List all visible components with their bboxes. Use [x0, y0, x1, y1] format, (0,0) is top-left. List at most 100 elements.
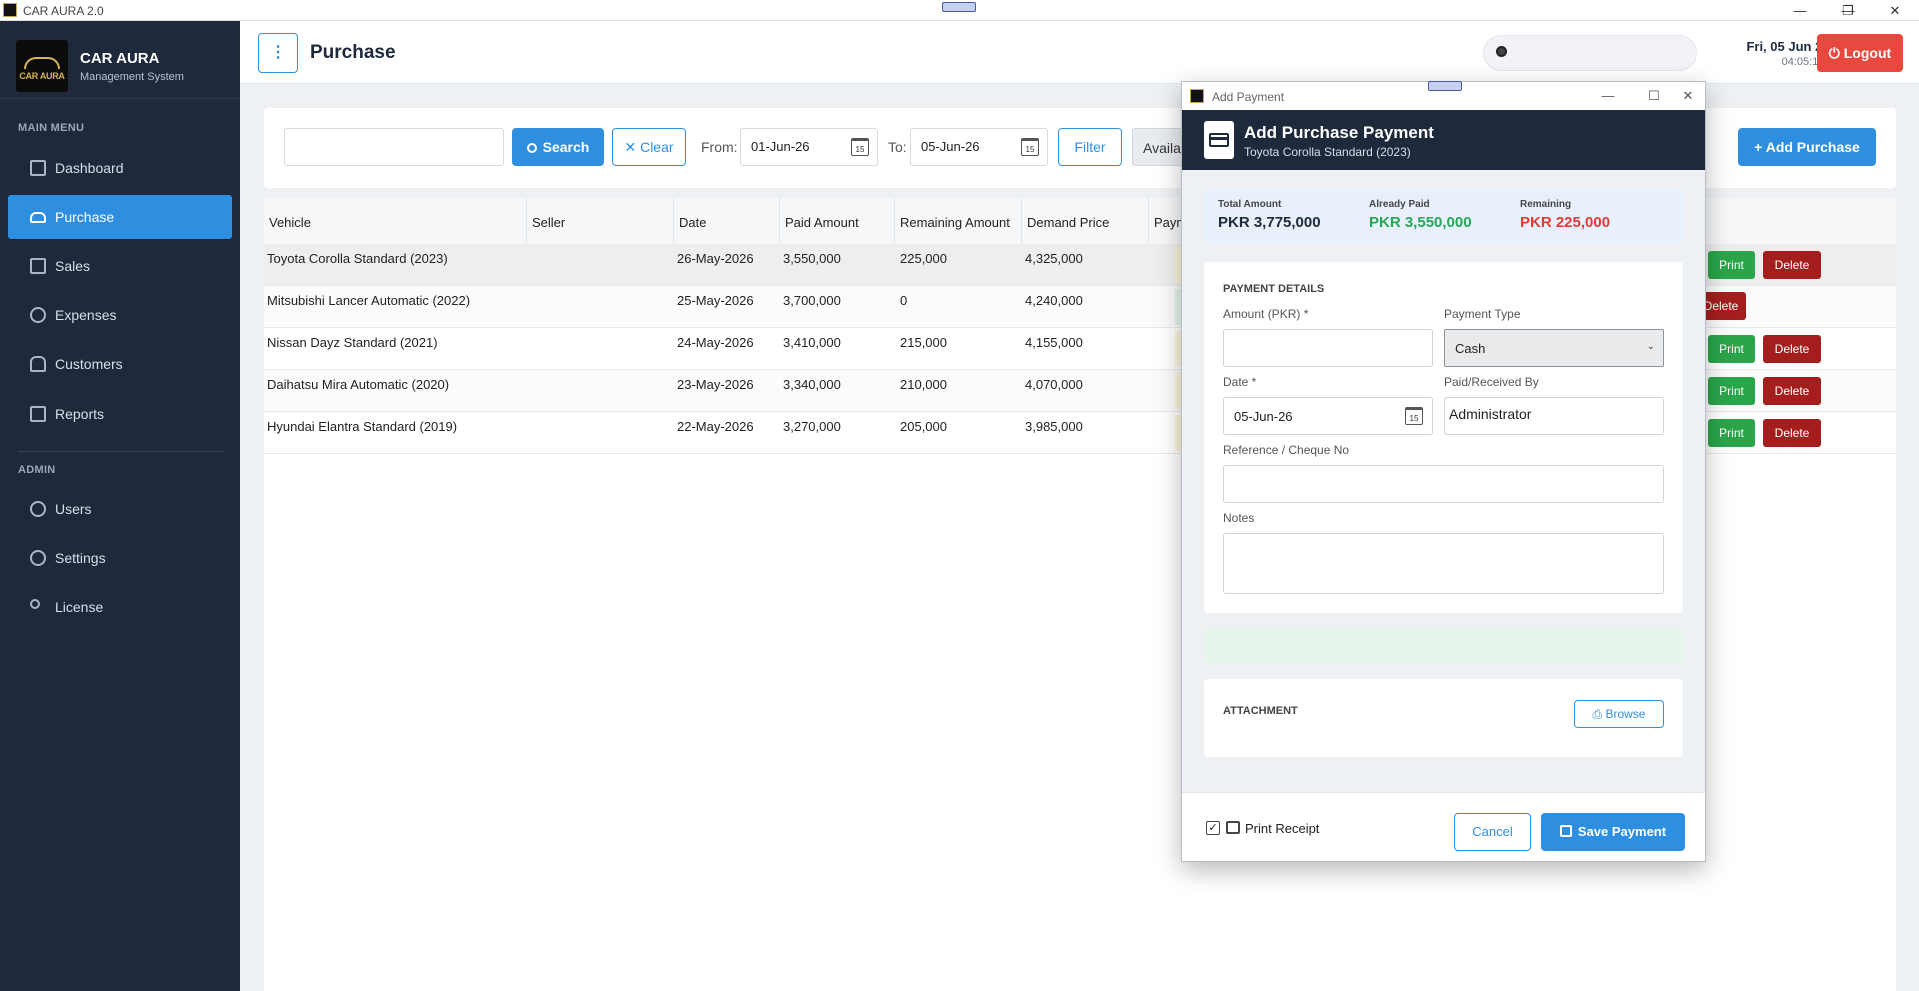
browse-label: Browse	[1605, 707, 1646, 721]
brand-name: CAR AURA	[80, 50, 160, 67]
column-header-remaining-amount[interactable]: Remaining Amount	[895, 198, 1022, 244]
drag-handle-icon[interactable]	[942, 2, 976, 12]
logout-button[interactable]: ⏻ Logout	[1817, 34, 1903, 72]
remaining-value: PKR 225,000	[1520, 214, 1611, 231]
sidebar-item-sales[interactable]: Sales	[8, 244, 232, 288]
window-title: CAR AURA 2.0	[23, 4, 104, 18]
paperclip-icon: ⎙	[1592, 707, 1606, 721]
cell-demand: 4,155,000	[1025, 335, 1083, 350]
column-header-demand-price[interactable]: Demand Price	[1022, 198, 1149, 244]
sidebar-item-label: Sales	[55, 258, 91, 274]
delete-button[interactable]: Delete	[1763, 251, 1821, 279]
sidebar: CAR AURA CAR AURA Management System MAIN…	[0, 21, 240, 991]
cell-date: 24-May-2026	[677, 335, 754, 350]
column-header-vehicle[interactable]: Vehicle	[264, 198, 527, 244]
key-icon	[30, 599, 40, 609]
print-button[interactable]: Print	[1708, 335, 1755, 363]
close-button[interactable]: ✕	[1875, 1, 1915, 20]
sales-icon	[30, 258, 46, 274]
clear-button[interactable]: ✕ Clear	[612, 128, 686, 166]
dialog-subtitle: Toyota Corolla Standard (2023)	[1244, 145, 1411, 159]
column-header-date[interactable]: Date	[674, 198, 780, 244]
sidebar-item-purchase[interactable]: Purchase	[8, 195, 232, 239]
dialog-titlebar[interactable]: Add Payment — ☐ ✕	[1182, 81, 1706, 110]
search-button[interactable]: Search	[512, 128, 604, 166]
print-button[interactable]: Print	[1708, 419, 1755, 447]
delete-button[interactable]: Delete	[1763, 419, 1821, 447]
sidebar-divider	[18, 451, 224, 452]
dialog-window-title: Add Payment	[1212, 90, 1285, 104]
browse-button[interactable]: ⎙ Browse	[1574, 700, 1664, 728]
credit-card-icon	[1204, 121, 1234, 159]
dashboard-icon	[30, 160, 46, 176]
already-paid-value: PKR 3,550,000	[1369, 214, 1472, 231]
cell-remaining: 225,000	[900, 251, 947, 266]
sidebar-item-label: Customers	[55, 356, 123, 372]
column-header-paid-amount[interactable]: Paid Amount	[780, 198, 895, 244]
sidebar-item-expenses[interactable]: Expenses	[8, 293, 232, 337]
print-receipt-checkbox[interactable]: ✓	[1206, 821, 1220, 835]
brand: CAR AURA CAR AURA Management System	[0, 21, 240, 99]
attachment-panel: ATTACHMENT ⎙ Browse	[1204, 679, 1683, 757]
from-date-input[interactable]: 01-Jun-26 15	[740, 128, 878, 166]
save-payment-button[interactable]: Save Payment	[1541, 813, 1685, 851]
to-date-input[interactable]: 05-Jun-26 15	[910, 128, 1048, 166]
payment-type-select[interactable]: Cash ⌄	[1444, 329, 1664, 367]
search-input[interactable]	[284, 128, 504, 166]
delete-button[interactable]: Delete	[1763, 335, 1821, 363]
sidebar-item-reports[interactable]: Reports	[8, 392, 232, 436]
dialog-footer: ✓ Print Receipt Cancel Save Payment	[1182, 792, 1705, 861]
brand-subtitle: Management System	[80, 71, 184, 83]
dialog-maximize-button[interactable]: ☐	[1636, 86, 1672, 106]
filter-button[interactable]: Filter	[1058, 128, 1122, 166]
sidebar-item-license[interactable]: License	[8, 585, 232, 629]
add-purchase-label: Add Purchase	[1765, 139, 1860, 155]
remaining-label: Remaining	[1520, 199, 1572, 210]
plus-icon: +	[1754, 139, 1766, 155]
drag-handle-icon[interactable]	[1428, 81, 1462, 91]
print-button[interactable]: Print	[1708, 377, 1755, 405]
column-header-seller[interactable]: Seller	[527, 198, 674, 244]
from-date-value: 01-Jun-26	[751, 139, 810, 154]
chevron-down-icon: ⌄	[1646, 341, 1655, 352]
payment-date-input[interactable]: 05-Jun-26 15	[1223, 397, 1433, 435]
restore-button[interactable]: ❐	[1828, 1, 1868, 20]
calendar-icon[interactable]: 15	[1405, 407, 1423, 425]
delete-button[interactable]: Delete	[1763, 377, 1821, 405]
cell-remaining: 215,000	[900, 335, 947, 350]
dialog-header: Add Purchase Payment Toyota Corolla Stan…	[1182, 110, 1705, 170]
add-purchase-button[interactable]: + Add Purchase	[1738, 128, 1876, 166]
calendar-icon[interactable]: 15	[851, 138, 869, 156]
print-receipt-label[interactable]: Print Receipt	[1245, 821, 1319, 836]
sidebar-item-customers[interactable]: Customers	[8, 342, 232, 386]
reference-input[interactable]	[1223, 465, 1664, 503]
from-label: From:	[701, 139, 738, 155]
search-icon	[1496, 46, 1507, 57]
date-label: Date *	[1223, 375, 1257, 389]
sidebar-item-dashboard[interactable]: Dashboard	[8, 146, 232, 190]
sidebar-item-label: Reports	[55, 406, 105, 422]
received-by-input[interactable]: Administrator	[1444, 397, 1664, 435]
menu-toggle-button[interactable]: ⋮	[258, 33, 298, 73]
sidebar-item-label: License	[55, 599, 104, 615]
calendar-icon[interactable]: 15	[1021, 138, 1039, 156]
global-search-input[interactable]	[1483, 35, 1697, 71]
users-icon	[30, 356, 46, 372]
dialog-minimize-button[interactable]: —	[1590, 86, 1626, 106]
total-amount-value: PKR 3,775,000	[1218, 214, 1321, 231]
sidebar-item-settings[interactable]: Settings	[8, 536, 232, 580]
notes-textarea[interactable]	[1223, 533, 1664, 594]
amount-input[interactable]	[1223, 329, 1433, 367]
cell-vehicle: Mitsubishi Lancer Automatic (2022)	[267, 293, 471, 308]
settings-icon	[30, 550, 46, 566]
car-logo-icon	[24, 57, 60, 69]
cancel-button[interactable]: Cancel	[1454, 813, 1531, 851]
dialog-close-button[interactable]: ✕	[1670, 86, 1706, 106]
received-by-label: Paid/Received By	[1444, 375, 1539, 389]
reference-label: Reference / Cheque No	[1223, 443, 1350, 457]
total-amount-label: Total Amount	[1218, 199, 1282, 210]
page-title: Purchase	[310, 42, 396, 63]
print-button[interactable]: Print	[1708, 251, 1755, 279]
minimize-button[interactable]: —	[1780, 1, 1820, 20]
sidebar-item-users[interactable]: Users	[8, 487, 232, 531]
